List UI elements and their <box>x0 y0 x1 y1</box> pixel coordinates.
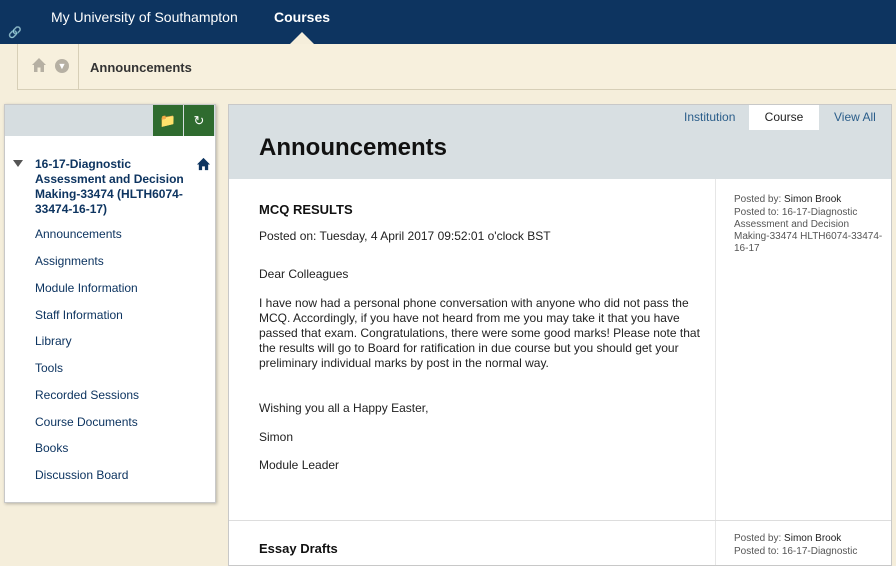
announcement-paragraph: Simon <box>259 430 294 444</box>
content-header: Institution Course View All Announcement… <box>229 105 891 179</box>
announcement-item: MCQ RESULTS Posted on: Tuesday, 4 April … <box>229 179 891 520</box>
announcement-paragraph: Module Leader <box>259 458 340 472</box>
posted-by: Posted by: Simon Brook <box>734 194 884 206</box>
announcement-paragraph: Wishing you all a Happy Easter, <box>259 401 429 415</box>
breadcrumb: ▼ Announcements <box>17 44 896 90</box>
posted-by-name: Simon Brook <box>784 533 842 544</box>
chevron-down-icon[interactable]: ▼ <box>55 59 69 73</box>
link-icon[interactable]: 🔗 <box>8 26 22 40</box>
sidebar-item-books[interactable]: Books <box>35 441 68 455</box>
tab-course[interactable]: Course <box>749 105 819 130</box>
breadcrumb-divider <box>78 44 79 89</box>
announcement-title: MCQ RESULTS <box>259 202 353 217</box>
sidebar-item-course-documents[interactable]: Course Documents <box>35 415 138 429</box>
announcement-meta-column: Posted by: Simon Brook Posted to: 16-17-… <box>715 179 892 520</box>
folder-view-icon[interactable]: 📁 <box>153 105 183 136</box>
announcement-meta-column: Posted by: Simon Brook Posted to: 16-17-… <box>715 521 892 565</box>
home-icon[interactable] <box>31 57 47 73</box>
refresh-icon[interactable]: ↻ <box>184 105 214 136</box>
course-menu: 📁 ↻ 16-17-Diagnostic Assessment and Deci… <box>4 104 216 503</box>
announcement-date: Posted on: Tuesday, 4 April 2017 09:52:0… <box>259 229 551 243</box>
sidebar-item-library[interactable]: Library <box>35 334 72 348</box>
posted-to: Posted to: 16-17-Diagnostic <box>734 546 884 558</box>
page-title: Announcements <box>259 134 448 161</box>
tab-institution[interactable]: Institution <box>684 105 735 130</box>
sidebar-item-assignments[interactable]: Assignments <box>35 254 104 268</box>
tab-view-all[interactable]: View All <box>834 105 876 130</box>
announcement-paragraph: Dear Colleagues <box>259 267 349 281</box>
collapse-caret-icon[interactable] <box>13 160 23 167</box>
sidebar-item-announcements[interactable]: Announcements <box>35 227 122 241</box>
posted-by-label: Posted by: <box>734 533 782 544</box>
posted-by: Posted by: Simon Brook <box>734 533 884 545</box>
course-menu-toolbar: 📁 ↻ <box>5 105 215 136</box>
breadcrumb-current: Announcements <box>90 60 192 75</box>
announcement-title: Essay Drafts <box>259 541 338 556</box>
sidebar-item-module-information[interactable]: Module Information <box>35 281 138 295</box>
posted-by-name: Simon Brook <box>784 194 842 205</box>
sidebar-item-recorded-sessions[interactable]: Recorded Sessions <box>35 388 139 402</box>
posted-to-label: Posted to: <box>734 207 780 218</box>
posted-to-label: Posted to: <box>734 546 780 557</box>
course-title[interactable]: 16-17-Diagnostic Assessment and Decision… <box>35 157 200 217</box>
announcement-paragraph: I have now had a personal phone conversa… <box>259 296 700 370</box>
main-content: Institution Course View All Announcement… <box>228 104 892 566</box>
posted-by-label: Posted by: <box>734 194 782 205</box>
active-tab-caret <box>290 32 314 44</box>
nav-my-university[interactable]: My University of Southampton <box>51 9 238 25</box>
sidebar-item-staff-information[interactable]: Staff Information <box>35 308 123 322</box>
posted-to-course: 16-17-Diagnostic <box>781 546 858 557</box>
posted-to: Posted to: 16-17-Diagnostic Assessment a… <box>734 207 884 255</box>
top-navigation: 🔗 My University of Southampton Courses <box>0 0 896 44</box>
announcement-item: Essay Drafts Posted by: Simon Brook Post… <box>229 521 891 565</box>
sidebar-item-discussion-board[interactable]: Discussion Board <box>35 468 128 482</box>
nav-courses[interactable]: Courses <box>274 9 330 25</box>
sidebar-item-tools[interactable]: Tools <box>35 361 63 375</box>
course-home-icon[interactable] <box>196 157 211 171</box>
